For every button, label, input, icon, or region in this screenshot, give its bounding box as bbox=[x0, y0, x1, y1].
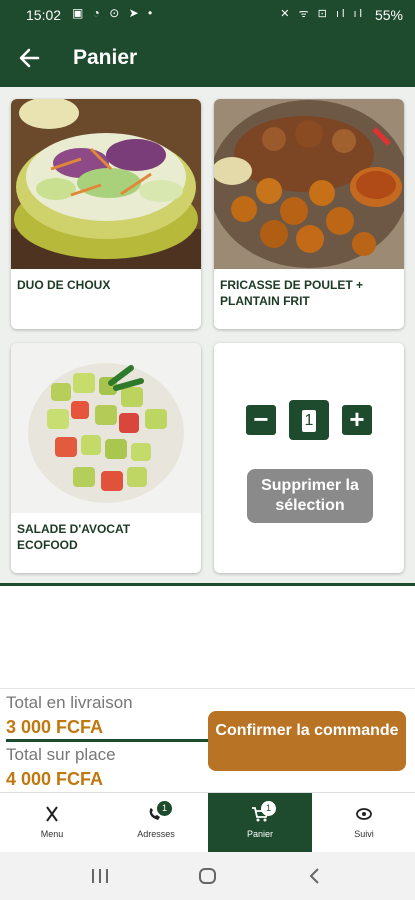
delivery-total-value: 3 000 FCFA bbox=[6, 717, 104, 737]
nav-label: Adresses bbox=[137, 829, 175, 839]
app-bar: Panier bbox=[0, 30, 415, 87]
nav-item-suivi[interactable]: Suivi bbox=[312, 793, 415, 853]
decrease-quantity-button[interactable]: − bbox=[246, 405, 276, 435]
eye-icon bbox=[356, 808, 372, 820]
fork-knife-icon bbox=[46, 806, 58, 822]
nav-label: Suivi bbox=[354, 829, 374, 839]
notification-icons: ▣ ◔ ⊙ ➤ • bbox=[72, 6, 156, 20]
status-bar: 15:02 ▣ ◔ ⊙ ➤ • ✕ ᯤ ⊡ ıl ıl 55% bbox=[0, 0, 415, 30]
nav-label: Menu bbox=[40, 829, 64, 839]
onsite-total-value: 4 000 FCFA bbox=[6, 769, 104, 789]
section-divider bbox=[0, 583, 415, 586]
phone-icon bbox=[149, 808, 160, 820]
back-nav-icon[interactable] bbox=[300, 864, 330, 888]
product-image-cabbage-salad bbox=[11, 99, 201, 269]
selection-panel: − 1 + Supprimer la sélection bbox=[214, 343, 404, 573]
quantity-value: 1 bbox=[302, 410, 316, 432]
total-underline bbox=[6, 739, 208, 742]
quantity-stepper[interactable]: 1 bbox=[289, 400, 329, 440]
totals-section: Total en livraison 3 000 FCFA Total sur … bbox=[0, 688, 415, 792]
home-icon[interactable] bbox=[193, 864, 223, 888]
nav-label: Panier bbox=[246, 829, 273, 839]
product-image-avocado-salad bbox=[11, 343, 201, 513]
product-card[interactable]: SALADE D'AVOCAT ECOFOOD bbox=[11, 343, 201, 573]
nav-item-panier[interactable]: 1 Panier bbox=[208, 793, 312, 853]
product-name: SALADE D'AVOCAT ECOFOOD bbox=[17, 522, 131, 552]
onsite-total-label: Total sur place bbox=[6, 745, 116, 764]
nav-badge: 1 bbox=[157, 801, 172, 816]
nav-item-menu[interactable]: Menu bbox=[0, 793, 104, 853]
nav-badge: 1 bbox=[261, 801, 276, 816]
system-navigation-bar bbox=[0, 852, 415, 900]
status-time: 15:02 bbox=[26, 7, 62, 23]
recent-apps-icon[interactable] bbox=[85, 864, 115, 888]
bottom-navigation: Menu 1 Adresses 1 Panier Suivi bbox=[0, 792, 415, 853]
nav-item-adresses[interactable]: 1 Adresses bbox=[104, 793, 208, 853]
delete-selection-button[interactable]: Supprimer la sélection bbox=[247, 469, 373, 523]
battery-level: 55% bbox=[374, 7, 403, 23]
product-image-chicken-plantain bbox=[214, 99, 404, 269]
product-name: FRICASSE DE POULET + PLANTAIN FRIT bbox=[220, 278, 364, 308]
system-icons: ✕ ᯤ ⊡ ıl ıl bbox=[280, 8, 365, 20]
page-title: Panier bbox=[73, 46, 138, 69]
cart-items-grid: DUO DE CHOUX FRICASSE DE POULET + PLANTA… bbox=[0, 87, 415, 583]
product-name: DUO DE CHOUX bbox=[17, 278, 111, 292]
product-card[interactable]: DUO DE CHOUX bbox=[11, 99, 201, 329]
confirm-order-button[interactable]: Confirmer la commande bbox=[208, 711, 406, 771]
increase-quantity-button[interactable]: + bbox=[342, 405, 372, 435]
delivery-total-label: Total en livraison bbox=[6, 693, 133, 712]
product-card[interactable]: FRICASSE DE POULET + PLANTAIN FRIT bbox=[214, 99, 404, 329]
arrow-left-icon[interactable] bbox=[16, 44, 42, 72]
cart-icon bbox=[252, 807, 270, 822]
